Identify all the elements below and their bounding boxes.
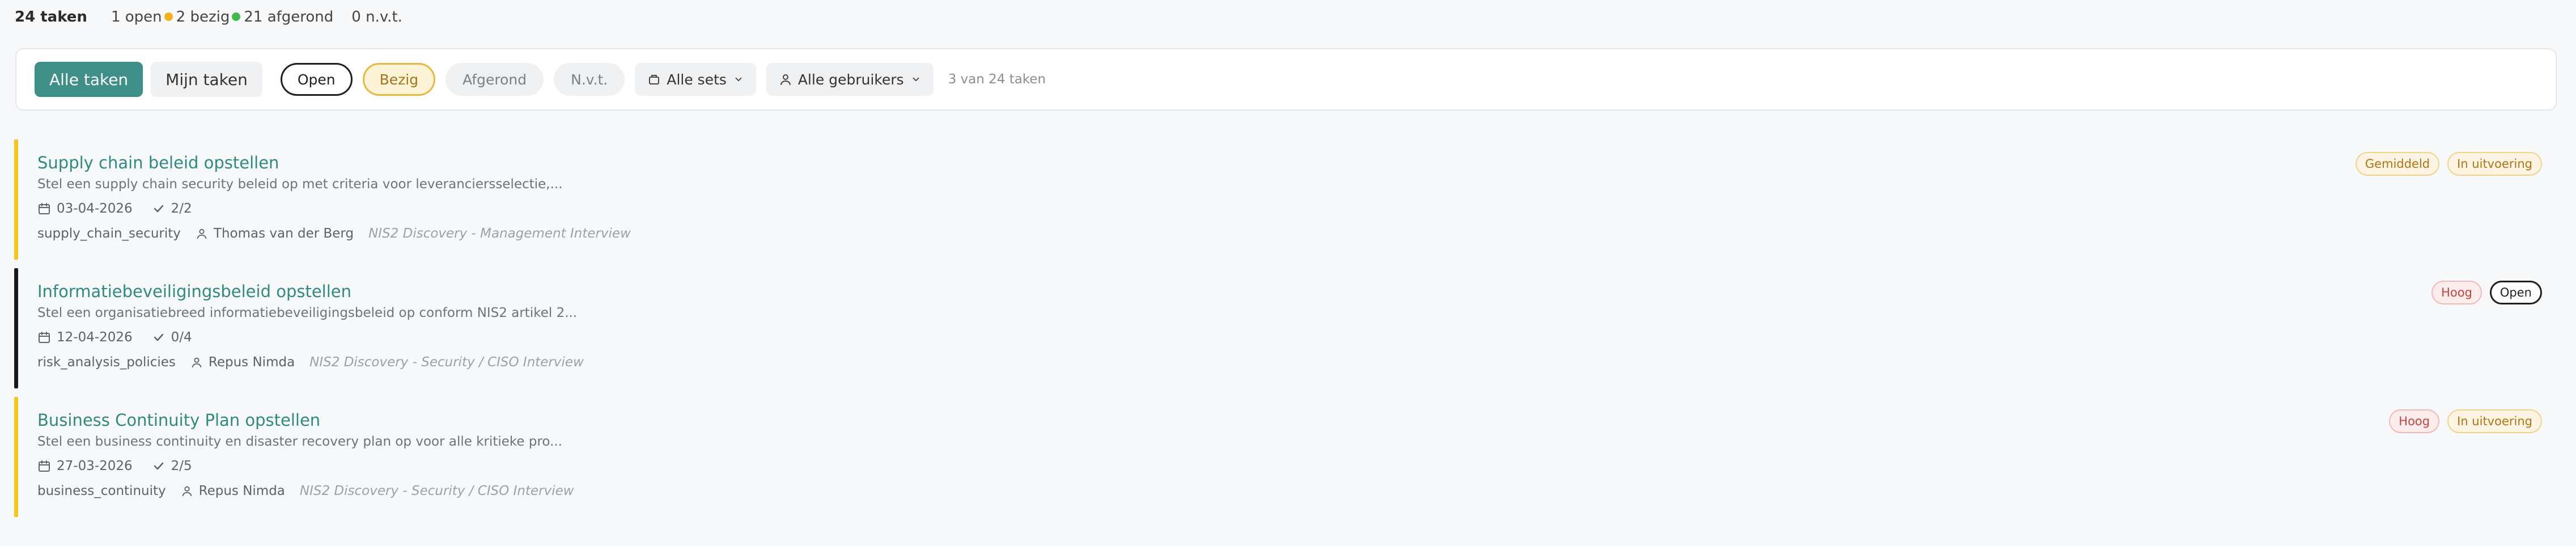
task-footer: risk_analysis_policies Repus Nimda NIS2 …: [37, 355, 584, 370]
task-assignee: Repus Nimda: [208, 355, 295, 370]
status-filter-afgerond[interactable]: Afgerond: [445, 63, 544, 96]
status-badge: In uitvoering: [2447, 152, 2542, 176]
task-checklist-count: 0/4: [171, 330, 192, 345]
task-checklist-count: 2/5: [171, 459, 192, 473]
check-icon: [152, 202, 165, 215]
calendar-icon: [37, 331, 51, 344]
task-footer: business_continuity Repus Nimda NIS2 Dis…: [37, 484, 574, 498]
priority-badge: Hoog: [2389, 409, 2440, 433]
task-due-date: 03-04-2026: [57, 201, 133, 216]
all-tasks-button[interactable]: Alle taken: [35, 62, 143, 97]
calendar-icon: [37, 202, 51, 215]
sets-dropdown[interactable]: Alle sets: [635, 63, 756, 96]
status-filter-open[interactable]: Open: [280, 63, 353, 96]
task-title[interactable]: Informatiebeveiligingsbeleid opstellen: [37, 282, 351, 301]
task-card[interactable]: Informatiebeveiligingsbeleid opstellen S…: [14, 268, 2565, 388]
task-source: NIS2 Discovery - Security / CISO Intervi…: [309, 355, 584, 370]
task-description: Stel een supply chain security beleid op…: [37, 177, 563, 192]
status-filter-nvt[interactable]: N.v.t.: [554, 63, 625, 96]
sets-dropdown-label: Alle sets: [667, 71, 727, 88]
status-bar: [14, 139, 18, 260]
task-category: supply_chain_security: [37, 226, 181, 241]
status-bar: [14, 268, 18, 388]
busy-status-dot: [232, 12, 241, 21]
open-count: 1 open: [111, 9, 162, 26]
total-tasks: 24 taken: [15, 9, 87, 26]
na-count: 0 n.v.t.: [351, 9, 402, 26]
task-card[interactable]: Business Continuity Plan opstellen Stel …: [14, 397, 2565, 517]
task-description: Stel een organisatiebreed informatiebeve…: [37, 306, 578, 320]
task-category: business_continuity: [37, 484, 166, 498]
calendar-icon: [37, 459, 51, 473]
task-card[interactable]: Supply chain beleid opstellen Stel een s…: [14, 139, 2565, 260]
users-dropdown-label: Alle gebruikers: [797, 71, 904, 88]
open-status-dot: [164, 12, 173, 21]
status-badge: In uitvoering: [2447, 409, 2542, 433]
status-bar: [14, 397, 18, 517]
result-count: 3 van 24 taken: [948, 72, 1046, 87]
users-dropdown[interactable]: Alle gebruikers: [766, 63, 933, 96]
task-checklist-count: 2/2: [171, 201, 192, 216]
task-meta: 12-04-2026 0/4: [37, 330, 192, 345]
folder-icon: [647, 73, 661, 86]
chevron-down-icon: [733, 74, 744, 84]
filter-bar: Alle taken Mijn taken Open Bezig Afgeron…: [15, 48, 2557, 111]
task-title[interactable]: Supply chain beleid opstellen: [37, 153, 279, 172]
status-badge: Open: [2489, 281, 2542, 304]
user-icon: [190, 356, 203, 369]
task-footer: supply_chain_security Thomas van der Ber…: [37, 226, 631, 241]
busy-count: 2 bezig: [176, 9, 230, 26]
task-due-date: 27-03-2026: [57, 459, 133, 473]
priority-badge: Gemiddeld: [2355, 152, 2440, 176]
task-assignee: Repus Nimda: [198, 484, 285, 498]
task-category: risk_analysis_policies: [37, 355, 176, 370]
user-icon: [181, 485, 193, 497]
task-badges: Gemiddeld In uitvoering: [2348, 152, 2542, 176]
priority-badge: Hoog: [2431, 281, 2482, 304]
task-meta: 03-04-2026 2/2: [37, 201, 192, 216]
task-source: NIS2 Discovery - Management Interview: [368, 226, 631, 241]
task-description: Stel een business continuity en disaster…: [37, 434, 563, 449]
task-badges: Hoog Open: [2424, 281, 2542, 304]
user-icon: [779, 73, 792, 86]
check-icon: [152, 459, 165, 473]
task-source: NIS2 Discovery - Security / CISO Intervi…: [299, 484, 574, 498]
done-count: 21 afgerond: [244, 9, 334, 26]
task-meta: 27-03-2026 2/5: [37, 459, 192, 473]
task-badges: Hoog In uitvoering: [2381, 409, 2542, 433]
my-tasks-button[interactable]: Mijn taken: [151, 62, 262, 97]
task-title[interactable]: Business Continuity Plan opstellen: [37, 410, 320, 430]
user-icon: [196, 227, 208, 240]
check-icon: [152, 331, 165, 344]
task-due-date: 12-04-2026: [57, 330, 133, 345]
task-summary: 24 taken 1 open 2 bezig 21 afgerond 0 n.…: [15, 7, 405, 27]
task-assignee: Thomas van der Berg: [213, 226, 354, 241]
chevron-down-icon: [911, 74, 921, 84]
status-filter-bezig[interactable]: Bezig: [362, 63, 436, 96]
